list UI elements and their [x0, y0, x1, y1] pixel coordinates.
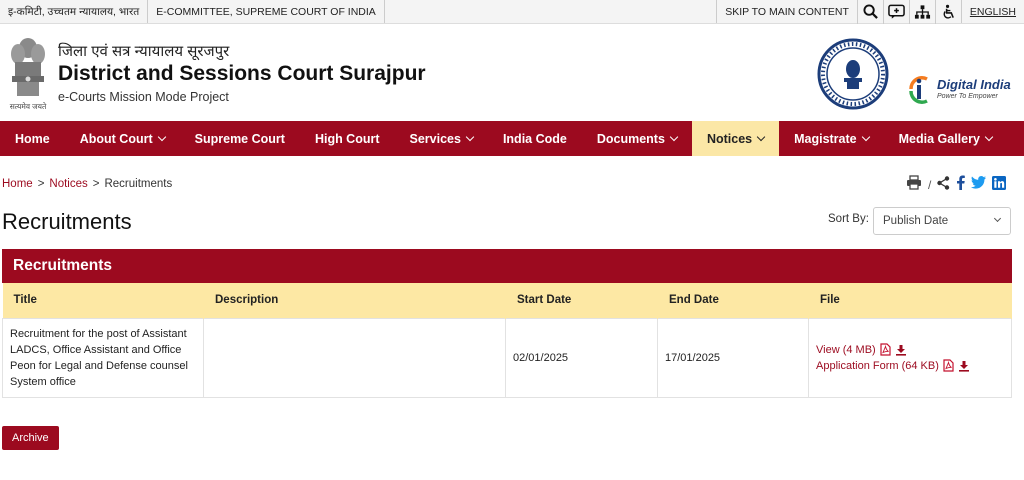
linkedin-icon[interactable] — [992, 175, 1007, 195]
cell-title: Recruitment for the post of Assistant LA… — [2, 317, 204, 398]
table-header-row: Title Description Start Date End Date Fi… — [2, 283, 1012, 318]
facebook-icon[interactable] — [956, 175, 966, 195]
nav-item-label: Home — [15, 131, 50, 146]
high-court-seal-logo[interactable] — [817, 38, 889, 110]
file-entry-application-form: Application Form (64 KB) — [816, 358, 1004, 374]
search-icon[interactable] — [856, 0, 883, 24]
share-toolbar: / — [906, 175, 1007, 195]
share-icon[interactable] — [937, 175, 950, 195]
chevron-down-icon — [984, 132, 994, 141]
digital-india-icon — [909, 76, 928, 104]
nav-item-supreme-court[interactable]: Supreme Court — [180, 121, 300, 156]
accessibility-icon[interactable] — [934, 0, 961, 24]
download-icon[interactable] — [958, 360, 970, 372]
emblem-icon — [11, 37, 45, 96]
sort-by-label: Sort By: — [828, 213, 869, 225]
breadcrumb-current: Recruitments — [104, 178, 173, 190]
nav-item-home[interactable]: Home — [0, 121, 65, 156]
national-emblem[interactable]: सत्यमेव जयते — [4, 34, 52, 112]
digital-india-logo[interactable]: Digital India Power To Empower — [907, 74, 1011, 104]
twitter-icon[interactable] — [971, 176, 987, 194]
chevron-down-icon — [157, 132, 166, 141]
site-header: सत्यमेव जयते जिला एवं सत्र न्यायालय सूरज… — [0, 24, 1024, 121]
chevron-down-icon — [756, 132, 766, 141]
nav-item-india-code[interactable]: India Code — [488, 121, 582, 156]
ecommittee-hindi-link[interactable]: इ-कमिटी, उच्चतम न्यायालय, भारत — [0, 0, 149, 23]
skip-to-main-content-link[interactable]: SKIP TO MAIN CONTENT — [716, 0, 857, 23]
top-utility-bar: इ-कमिटी, उच्चतम न्यायालय, भारत E-COMMITT… — [0, 0, 1024, 24]
column-header-start-date: Start Date — [505, 283, 658, 318]
nav-item-label: Services — [409, 131, 461, 146]
recruitments-table-container: Recruitments Title Description Start Dat… — [2, 249, 1012, 398]
breadcrumb-separator: > — [92, 178, 100, 190]
breadcrumb-notices[interactable]: Notices — [49, 178, 87, 190]
language-selector[interactable]: ENGLISH — [960, 0, 1024, 23]
file-entry-view: View (4 MB) — [816, 342, 1004, 358]
site-title-hindi: जिला एवं सत्र न्यायालय सूरजपुर — [58, 43, 230, 60]
nav-item-label: Media Gallery — [898, 131, 980, 146]
nav-item-magistrate[interactable]: Magistrate — [779, 121, 884, 156]
nav-item-about-court[interactable]: About Court — [65, 121, 180, 156]
sort-by-select[interactable]: Publish Date — [873, 207, 1011, 235]
digital-india-text: Digital India — [937, 77, 1011, 92]
sitemap-icon[interactable] — [908, 0, 935, 24]
breadcrumb: Home > Notices > Recruitments — [2, 178, 172, 190]
chevron-down-icon — [993, 214, 1002, 223]
pdf-icon[interactable] — [943, 359, 954, 372]
breadcrumb-separator: > — [37, 178, 45, 190]
column-header-file: File — [808, 283, 1012, 318]
sort-by-value: Publish Date — [883, 215, 949, 227]
nav-item-label: High Court — [314, 131, 380, 146]
cell-description — [203, 317, 506, 398]
main-navigation: Home About Court Supreme Court High Cour… — [0, 121, 1024, 156]
digital-india-tagline: Power To Empower — [937, 93, 998, 100]
nav-item-label: India Code — [502, 131, 567, 146]
column-header-description: Description — [203, 283, 506, 318]
nav-item-label: About Court — [79, 131, 153, 146]
cell-files: View (4 MB) Application Form (64 KB) — [808, 317, 1012, 398]
archive-button[interactable]: Archive — [2, 426, 59, 450]
cell-start-date: 02/01/2025 — [505, 317, 658, 398]
nav-item-documents[interactable]: Documents — [582, 121, 692, 156]
nav-item-label: Supreme Court — [194, 131, 285, 146]
application-form-link[interactable]: Application Form (64 KB) — [816, 358, 939, 374]
nav-item-media-gallery[interactable]: Media Gallery — [884, 121, 1007, 156]
cell-end-date: 17/01/2025 — [657, 317, 809, 398]
column-header-end-date: End Date — [657, 283, 809, 318]
pdf-icon[interactable] — [880, 343, 891, 356]
share-divider: / — [928, 178, 932, 192]
table-heading: Recruitments — [2, 249, 1012, 283]
emblem-motto: सत्यमेव जयते — [9, 101, 47, 111]
nav-item-label: Magistrate — [794, 131, 857, 146]
table-row: Recruitment for the post of Assistant LA… — [2, 317, 1012, 398]
nav-item-services[interactable]: Services — [395, 121, 488, 156]
chevron-down-icon — [465, 132, 475, 141]
chevron-down-icon — [669, 132, 679, 141]
feedback-icon[interactable] — [882, 0, 909, 24]
site-title[interactable]: District and Sessions Court Surajpur — [58, 62, 426, 86]
ecommittee-link[interactable]: E-COMMITTEE, SUPREME COURT OF INDIA — [148, 0, 385, 23]
breadcrumb-home[interactable]: Home — [2, 178, 33, 190]
download-icon[interactable] — [895, 344, 907, 356]
recruitments-table: Title Description Start Date End Date Fi… — [2, 283, 1012, 398]
nav-item-high-court[interactable]: High Court — [300, 121, 395, 156]
nav-item-label: Notices — [706, 131, 753, 146]
view-file-link[interactable]: View (4 MB) — [816, 342, 876, 358]
page-title: Recruitments — [2, 209, 132, 234]
site-subtitle: e-Courts Mission Mode Project — [58, 90, 229, 104]
chevron-down-icon — [861, 132, 870, 141]
nav-item-notices[interactable]: Notices — [691, 121, 780, 156]
print-icon[interactable] — [906, 175, 922, 195]
column-header-title: Title — [2, 283, 204, 318]
nav-item-label: Documents — [596, 131, 665, 146]
